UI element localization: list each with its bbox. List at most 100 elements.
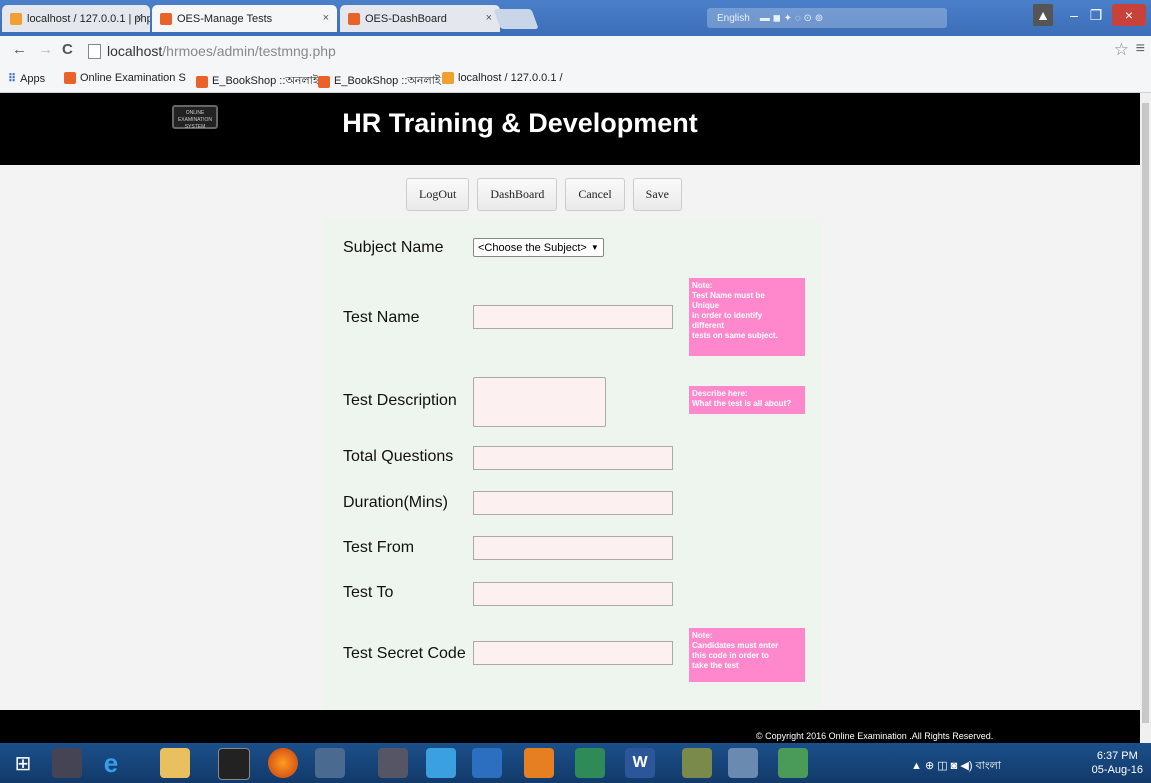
- url-host: localhost: [107, 43, 163, 59]
- oes-favicon: [160, 12, 172, 25]
- address-bar[interactable]: localhost/hrmoes/admin/testmng.php: [88, 41, 1108, 61]
- address-toolbar: ← → C localhost/hrmoes/admin/testmng.php…: [0, 36, 1151, 66]
- note-text: Note:: [692, 631, 713, 640]
- note-text: this code in order to: [692, 651, 769, 660]
- note-text: Describe here:: [692, 389, 748, 398]
- test-name-note: Note: Test Name must be Unique in order …: [689, 278, 805, 356]
- back-arrow-icon[interactable]: ←: [12, 41, 27, 58]
- firefox-icon[interactable]: [268, 748, 298, 778]
- chrome-icon[interactable]: [315, 748, 345, 778]
- excel-icon[interactable]: [575, 748, 605, 778]
- bookmark-online-exam[interactable]: Online Examination S: [64, 72, 186, 84]
- note-text: What the test is all about?: [692, 399, 792, 408]
- note-text: Unique: [692, 301, 720, 310]
- subject-name-label: Subject Name: [343, 239, 444, 256]
- bookshop-favicon: [318, 75, 330, 88]
- logout-button[interactable]: LogOut: [406, 178, 470, 211]
- test-description-textarea[interactable]: [473, 377, 606, 427]
- duration-label: Duration(Mins): [343, 494, 448, 511]
- tab-label: OES-DashBoard: [365, 12, 447, 25]
- terminal-icon[interactable]: [218, 748, 250, 780]
- tab-label: localhost / 127.0.0.1 | php: [27, 12, 150, 25]
- bookmark-star-icon[interactable]: ☆: [1114, 40, 1129, 60]
- description-note: Describe here: What the test is all abou…: [689, 386, 805, 414]
- test-to-input[interactable]: [473, 582, 673, 606]
- app-icon[interactable]: [426, 748, 456, 778]
- subject-select[interactable]: <Choose the Subject> ▼: [473, 238, 604, 257]
- scrollbar-thumb[interactable]: [1142, 103, 1149, 723]
- test-to-label: Test To: [343, 584, 394, 601]
- page-icon: [88, 43, 101, 59]
- test-name-input[interactable]: [473, 305, 673, 329]
- cancel-button[interactable]: Cancel: [565, 178, 625, 211]
- note-text: in order to identify: [692, 311, 763, 320]
- secret-code-label: Test Secret Code: [343, 645, 466, 662]
- bookmark-label: localhost / 127.0.0.1 /: [458, 72, 563, 84]
- app-icon[interactable]: [378, 748, 408, 778]
- app-icon[interactable]: [728, 748, 758, 778]
- app-icon[interactable]: [472, 748, 502, 778]
- office-icon[interactable]: [524, 748, 554, 778]
- note-text: Note:: [692, 281, 713, 290]
- dashboard-button[interactable]: DashBoard: [477, 178, 558, 211]
- action-buttons: LogOut DashBoard Cancel Save: [406, 178, 682, 211]
- subject-select-value: <Choose the Subject>: [478, 241, 587, 254]
- note-text: take the test: [692, 661, 739, 670]
- note-text: Test Name must be: [692, 291, 765, 300]
- tab-label: OES-Manage Tests: [177, 12, 273, 25]
- forward-arrow-icon[interactable]: →: [38, 41, 53, 58]
- user-icon[interactable]: ▲: [1033, 4, 1053, 26]
- app-icon[interactable]: [682, 748, 712, 778]
- phpmyadmin-icon: [10, 12, 22, 25]
- clock-date: 05-Aug-16: [1091, 764, 1143, 776]
- close-tab-icon[interactable]: ×: [136, 12, 142, 24]
- menu-icon[interactable]: ≡: [1136, 40, 1145, 58]
- language-indicator: বাংলা: [975, 760, 1001, 772]
- phpmyadmin-icon: [442, 72, 454, 84]
- internet-explorer-icon[interactable]: e: [96, 748, 126, 778]
- tab-phpmyadmin[interactable]: localhost / 127.0.0.1 | php ×: [2, 5, 150, 32]
- duration-input[interactable]: [473, 491, 673, 515]
- oes-favicon: [64, 72, 76, 84]
- system-tray[interactable]: ▲ ⊕ ◫ ◙ ◀) বাংলা: [911, 757, 1001, 776]
- bookmark-label: Apps: [20, 72, 46, 85]
- bookshop-favicon: [196, 75, 208, 88]
- media-player-icon[interactable]: [52, 748, 82, 778]
- word-icon[interactable]: W: [625, 748, 655, 778]
- language-bar[interactable]: English ▬ ◼ ✦ ◌ ⊙ ⊚: [707, 8, 947, 28]
- bookmark-bookshop-1[interactable]: E_BookShop ::অনলাই: [196, 72, 319, 91]
- page-title: HR Training & Development: [342, 108, 698, 138]
- tab-manage-tests[interactable]: OES-Manage Tests ×: [152, 5, 337, 32]
- browser-titlebar: localhost / 127.0.0.1 | php × OES-Manage…: [0, 0, 1151, 36]
- tab-dashboard[interactable]: OES-DashBoard ×: [340, 5, 500, 32]
- maximize-button[interactable]: ❐: [1085, 4, 1107, 26]
- close-window-button[interactable]: ×: [1112, 4, 1146, 26]
- vertical-scrollbar[interactable]: [1140, 93, 1151, 743]
- note-text: different: [692, 321, 724, 330]
- start-windows-icon[interactable]: ⊞: [8, 748, 38, 778]
- secret-code-note: Note: Candidates must enter this code in…: [689, 628, 805, 682]
- test-from-input[interactable]: [473, 536, 673, 560]
- apps-grid-icon: ⠿: [8, 73, 17, 85]
- total-questions-input[interactable]: [473, 446, 673, 470]
- bookmark-localhost[interactable]: localhost / 127.0.0.1 /: [442, 72, 563, 84]
- app-icon[interactable]: [778, 748, 808, 778]
- secret-code-input[interactable]: [473, 641, 673, 665]
- bookmark-label: E_BookShop ::অনলাই: [212, 75, 319, 87]
- close-tab-icon[interactable]: ×: [323, 12, 329, 24]
- reload-icon[interactable]: C: [62, 41, 73, 58]
- test-name-label: Test Name: [343, 309, 420, 326]
- minimize-button[interactable]: –: [1063, 4, 1085, 26]
- close-tab-icon[interactable]: ×: [486, 12, 492, 24]
- bookmark-bookshop-2[interactable]: E_BookShop ::অনলাই: [318, 72, 441, 91]
- new-tab-button[interactable]: [493, 9, 539, 29]
- note-text: Candidates must enter: [692, 641, 779, 650]
- save-button[interactable]: Save: [632, 178, 682, 211]
- clock[interactable]: 6:37 PM 05-Aug-16: [1092, 749, 1143, 777]
- file-explorer-icon[interactable]: [160, 748, 190, 778]
- bookmark-apps[interactable]: ⠿ Apps: [8, 72, 46, 86]
- bookmark-label: Online Examination S: [80, 72, 186, 84]
- taskbar: ⊞ e W ▲ ⊕ ◫ ◙ ◀) বাংলা 6:37 PM 05-Aug-16: [0, 743, 1151, 783]
- total-questions-label: Total Questions: [343, 448, 454, 465]
- clock-time: 6:37 PM: [1096, 750, 1138, 762]
